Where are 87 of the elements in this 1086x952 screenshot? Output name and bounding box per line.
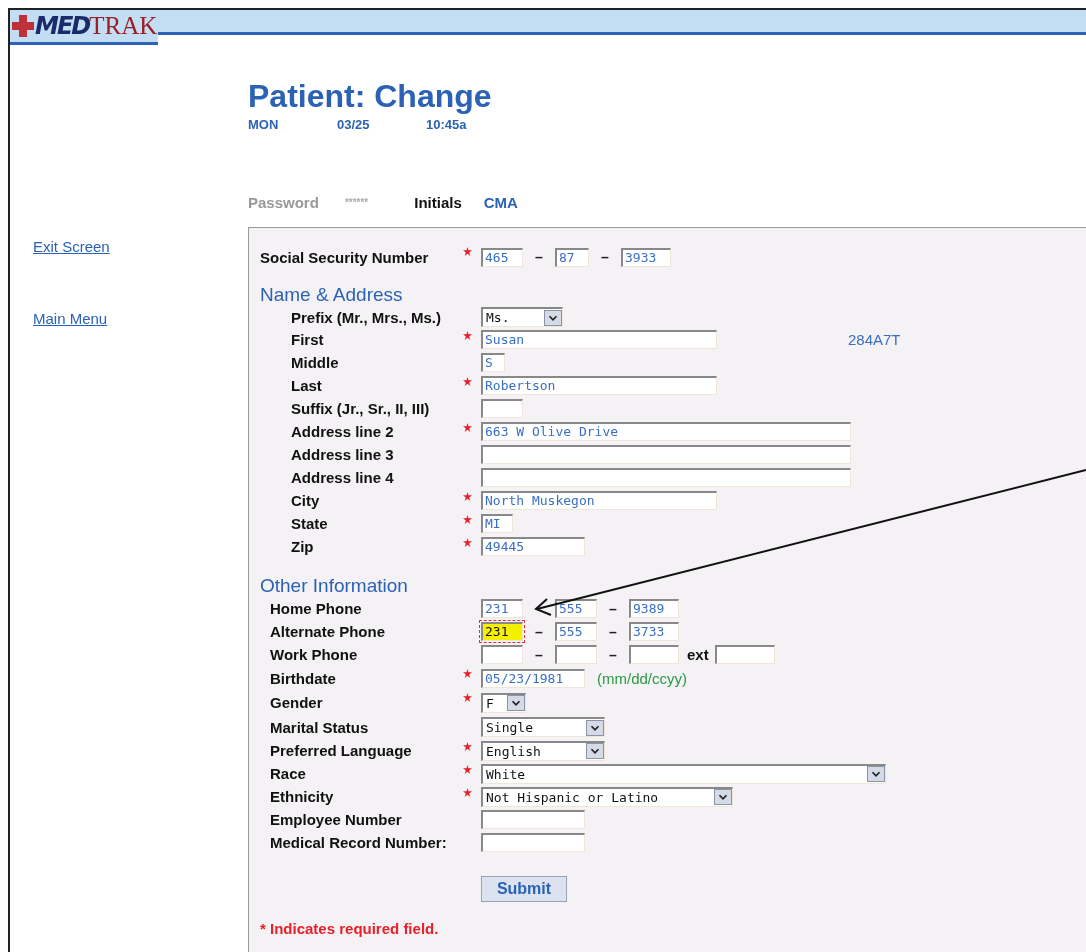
field-label: Address line 4 [290, 469, 395, 486]
ext-label: ext [687, 646, 709, 663]
field-label: Zip [290, 538, 315, 555]
phone-field[interactable]: 3733 [629, 622, 679, 641]
field-label: Prefix (Mr., Mrs., Ms.) [290, 308, 443, 326]
ssn-field[interactable]: 3933 [621, 247, 671, 267]
field-label: State [290, 515, 329, 532]
phone-field[interactable] [555, 645, 597, 664]
field-label: Marital Status [269, 718, 370, 736]
phone-field[interactable]: 231 [481, 622, 523, 641]
dropdown-caret-icon[interactable] [586, 719, 604, 736]
text-field[interactable]: Robertson [481, 376, 717, 395]
dropdown-caret-icon[interactable] [586, 743, 604, 759]
field-label: City [290, 492, 321, 509]
password-label: Password [248, 194, 319, 211]
field-label: First [290, 331, 325, 348]
phone-field[interactable] [481, 645, 523, 664]
dropdown-caret-icon[interactable] [714, 789, 732, 805]
date-format-hint: (mm/dd/ccyy) [597, 669, 687, 687]
day-label: MON [248, 117, 280, 132]
extension-field[interactable] [714, 645, 775, 664]
text-field[interactable] [481, 810, 585, 829]
field-label: Work Phone [269, 646, 359, 663]
dropdown-field[interactable]: F [481, 692, 526, 713]
field-label: Home Phone [269, 600, 363, 617]
field-label: Birthdate [269, 669, 337, 687]
text-field[interactable]: Susan [481, 330, 717, 349]
dropdown-caret-icon[interactable] [867, 766, 885, 782]
phone-field[interactable]: 555 [555, 599, 597, 618]
field-label: Address line 3 [290, 446, 395, 463]
dropdown-caret-icon[interactable] [507, 695, 525, 711]
text-field[interactable]: S [481, 353, 505, 372]
date-field[interactable]: 05/23/1981 [481, 668, 585, 688]
text-field[interactable]: 663 W Olive Drive [481, 422, 851, 441]
logo: MEDTRAK [10, 10, 158, 45]
phone-field[interactable] [629, 645, 679, 664]
field-label: Suffix (Jr., Sr., II, III) [290, 400, 431, 417]
phone-field[interactable]: 555 [555, 622, 597, 641]
text-field[interactable]: 49445 [481, 537, 585, 556]
submit-button[interactable]: Submit [481, 876, 567, 902]
field-label: Ethnicity [269, 788, 335, 805]
separator-dash: – [608, 623, 618, 640]
page-title: Patient: Change [248, 78, 493, 115]
section-heading: Name & Address [260, 284, 404, 306]
dropdown-field[interactable]: English [481, 740, 605, 761]
separator-dash: – [534, 623, 544, 640]
separator-dash: – [534, 249, 544, 265]
patient-code: 284A7T [848, 331, 901, 348]
separator-dash: – [608, 600, 618, 617]
text-field[interactable] [481, 445, 851, 464]
separator-dash: – [534, 646, 544, 663]
field-label: Middle [290, 354, 340, 371]
nav-link[interactable]: Exit Screen [33, 238, 110, 255]
field-label: Employee Number [269, 811, 403, 828]
cross-icon [12, 15, 34, 37]
date-label: 03/25 [337, 117, 371, 132]
field-label: Social Security Number [260, 248, 430, 266]
dropdown-field[interactable]: Single [481, 717, 605, 737]
section-heading: Other Information [260, 575, 409, 597]
separator-dash: – [608, 646, 618, 663]
field-label: Alternate Phone [269, 623, 387, 640]
field-label: Last [290, 377, 323, 394]
separator-dash: – [600, 249, 610, 265]
password-value: ****** [344, 197, 369, 208]
dropdown-field[interactable]: Not Hispanic or Latino [481, 786, 733, 807]
initials-label: Initials [414, 194, 462, 211]
field-label: Medical Record Number: [269, 834, 448, 851]
text-field[interactable]: MI [481, 514, 513, 533]
dropdown-field[interactable]: Ms. [481, 307, 563, 327]
field-label: Gender [269, 694, 324, 711]
text-field[interactable] [481, 468, 851, 487]
field-label: Race [269, 765, 307, 782]
field-label: Preferred Language [269, 742, 413, 759]
text-field[interactable]: North Muskegon [481, 491, 717, 510]
field-label: Address line 2 [290, 423, 395, 440]
ssn-field[interactable]: 465 [481, 247, 523, 267]
text-field[interactable] [481, 399, 523, 418]
phone-field[interactable]: 231 [481, 599, 523, 618]
initials-value: CMA [483, 194, 518, 211]
required-note: * Indicates required field. [260, 920, 440, 937]
phone-field[interactable]: 9389 [629, 599, 679, 618]
dropdown-caret-icon[interactable] [544, 309, 562, 326]
ssn-field[interactable]: 87 [555, 247, 589, 267]
dropdown-field[interactable]: White [481, 763, 886, 784]
text-field[interactable] [481, 833, 585, 852]
time-label: 10:45a [426, 117, 468, 132]
nav-link[interactable]: Main Menu [33, 310, 108, 327]
